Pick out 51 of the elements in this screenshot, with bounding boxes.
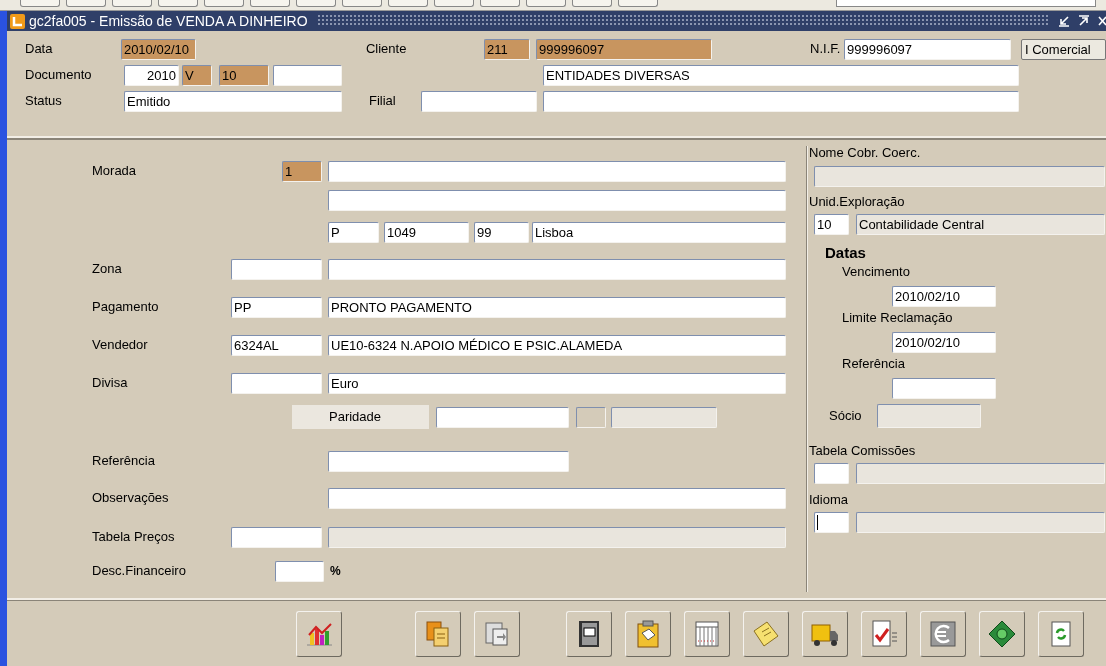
text-field[interactable]: 10: [814, 214, 849, 235]
text-field[interactable]: Contabilidade Central: [856, 214, 1105, 235]
field-label: Observações: [91, 489, 170, 508]
field-label: Paridade: [292, 405, 429, 429]
text-field[interactable]: V: [182, 64, 212, 86]
window-title: gc2fa005 - Emissão de VENDA A DINHEIRO: [29, 11, 308, 31]
field-label: Zona: [91, 260, 123, 279]
field-label: Documento: [24, 66, 93, 85]
text-field[interactable]: 1049: [384, 221, 469, 243]
field-label: Filial: [369, 92, 397, 111]
text-field[interactable]: 2010/02/10: [892, 332, 996, 353]
text-field[interactable]: 10: [219, 64, 269, 86]
comercial-button[interactable]: I Comercial: [1021, 38, 1106, 60]
text-field[interactable]: 2010/02/10: [120, 38, 196, 60]
section-heading: Datas: [825, 244, 867, 261]
text-field[interactable]: P: [328, 221, 379, 243]
field-label: Unid.Exploração: [809, 194, 906, 209]
text-field[interactable]: 2010: [124, 64, 179, 86]
text-field[interactable]: 999996097: [536, 38, 713, 60]
field-label: Limite Reclamação: [842, 310, 954, 326]
field-label: Sócio: [829, 407, 863, 426]
text-field[interactable]: 1: [282, 160, 322, 182]
field-label: Nome Cobr. Coerc.: [809, 145, 922, 160]
text-field[interactable]: 211: [484, 38, 531, 60]
text-field[interactable]: ENTIDADES DIVERSAS: [543, 64, 1019, 86]
field-label: Cliente: [365, 40, 408, 59]
field-label: Status: [24, 92, 63, 111]
text-field[interactable]: Emitido: [124, 90, 342, 112]
field-label: Pagamento: [91, 298, 160, 317]
field-label: Idioma: [809, 492, 850, 507]
field-label: Tabela Preços: [91, 528, 176, 547]
text-field[interactable]: PP: [231, 296, 322, 318]
text-field[interactable]: 2010/02/10: [892, 286, 996, 307]
field-label: Morada: [91, 162, 138, 181]
field-label: N.I.F.: [810, 40, 842, 59]
text-field[interactable]: PRONTO PAGAMENTO: [328, 296, 786, 318]
field-label: Tabela Comissões: [809, 443, 917, 458]
field-label: Vencimento: [842, 264, 911, 280]
field-label: Vendedor: [91, 336, 149, 355]
field-label: Referência: [842, 356, 906, 372]
text-field[interactable]: 99: [474, 221, 529, 243]
text-field[interactable]: UE10-6324 N.APOIO MÉDICO E PSIC.ALAMEDA: [328, 334, 786, 356]
text-field[interactable]: Lisboa: [532, 221, 786, 243]
field-label: Referência: [91, 452, 156, 471]
field-label: Data: [24, 40, 54, 59]
text-field[interactable]: 6324AL: [231, 334, 322, 356]
field-label: Divisa: [91, 374, 129, 393]
text-field[interactable]: Euro: [328, 372, 786, 394]
field-label: Desc.Financeiro: [91, 562, 187, 581]
text-field[interactable]: 999996097: [844, 38, 1011, 60]
percent-sign: %: [330, 563, 341, 580]
